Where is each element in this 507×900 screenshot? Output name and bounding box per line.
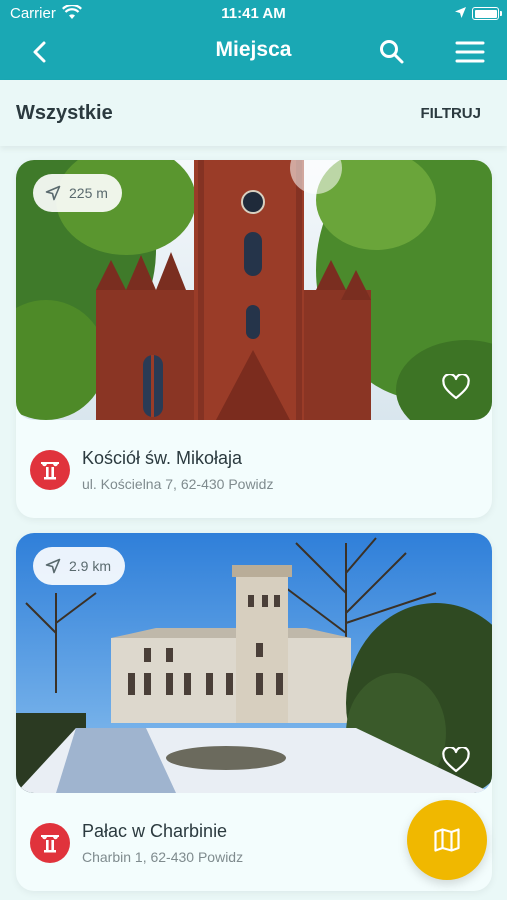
place-name: Pałac w Charbinie [82, 821, 228, 841]
status-bar: Carrier 11:41 AM [0, 0, 507, 28]
monument-category-badge [30, 823, 70, 863]
distance-label: 2.9 km [69, 558, 112, 574]
place-address: Charbin 1, 62-430 Powidz [82, 849, 244, 865]
place-photo-church: 225 m [16, 160, 492, 420]
distance-label: 225 m [69, 185, 108, 201]
distance-badge: 2.9 km [33, 547, 126, 585]
place-photo-palace: 2.9 km [16, 533, 492, 793]
distance-badge: 225 m [33, 174, 122, 212]
clock: 11:41 AM [221, 5, 286, 22]
heart-icon[interactable] [442, 372, 470, 400]
battery-icon [472, 7, 502, 20]
map-button[interactable] [407, 800, 487, 880]
menu-icon[interactable] [455, 40, 485, 64]
search-icon[interactable] [378, 38, 406, 66]
section-title: Wszystkie [16, 102, 113, 124]
column-icon [41, 835, 59, 853]
place-info: Kościół św. Mikołaja ul. Kościelna 7, 62… [16, 420, 492, 518]
filter-bar: Wszystkie FILTRUJ [0, 80, 507, 146]
filter-button[interactable]: FILTRUJ [420, 105, 481, 122]
column-icon [41, 462, 59, 480]
navigation-arrow-icon [45, 185, 61, 201]
page-title: Miejsca [215, 38, 292, 61]
place-card[interactable]: 225 m Kościół św. Mikołaja ul. Kościelna… [16, 160, 492, 518]
place-address: ul. Kościelna 7, 62-430 Powidz [82, 476, 274, 492]
map-icon [434, 828, 460, 852]
navigation-arrow-icon [45, 558, 61, 574]
place-name: Kościół św. Mikołaja [82, 448, 243, 468]
location-arrow-icon [454, 6, 467, 23]
monument-category-badge [30, 450, 70, 490]
heart-icon[interactable] [442, 745, 470, 773]
top-bar: Carrier 11:41 AM Miejsca [0, 0, 507, 80]
